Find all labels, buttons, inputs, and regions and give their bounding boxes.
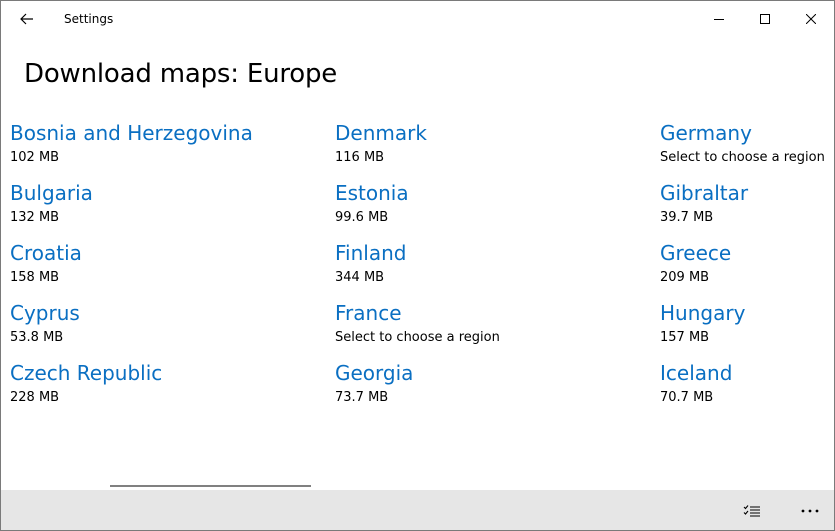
page-title: Download maps: Europe — [24, 59, 338, 89]
country-size: 70.7 MB — [660, 390, 714, 405]
title-bar: Settings — [1, 1, 834, 37]
country-size: 39.7 MB — [660, 210, 714, 225]
country-item-greece[interactable]: Greece 209 MB — [660, 241, 832, 297]
command-bar — [1, 490, 834, 530]
maximize-icon — [760, 14, 770, 24]
country-size: 102 MB — [10, 150, 60, 165]
country-item-gibraltar[interactable]: Gibraltar 39.7 MB — [660, 181, 832, 237]
country-size: 53.8 MB — [10, 330, 64, 345]
country-item-croatia[interactable]: Croatia 158 MB — [10, 241, 310, 297]
select-button[interactable] — [730, 490, 774, 530]
more-options-icon — [801, 509, 819, 512]
country-size: 228 MB — [10, 390, 60, 405]
country-item-iceland[interactable]: Iceland 70.7 MB — [660, 361, 832, 417]
country-size: 116 MB — [335, 150, 385, 165]
minimize-button[interactable] — [696, 1, 742, 37]
country-size: Select to choose a region — [335, 330, 500, 345]
country-size: 73.7 MB — [335, 390, 389, 405]
country-item-bosnia-and-herzegovina[interactable]: Bosnia and Herzegovina 102 MB — [10, 121, 310, 177]
country-size: 132 MB — [10, 210, 60, 225]
maximize-button[interactable] — [742, 1, 788, 37]
country-name: Czech Republic — [10, 361, 163, 385]
country-item-bulgaria[interactable]: Bulgaria 132 MB — [10, 181, 310, 237]
country-name: Finland — [335, 241, 407, 265]
back-arrow-icon — [20, 13, 33, 25]
country-item-czech-republic[interactable]: Czech Republic 228 MB — [10, 361, 310, 417]
country-name: Iceland — [660, 361, 733, 385]
country-name: Georgia — [335, 361, 414, 385]
country-name: Germany — [660, 121, 752, 145]
country-size: 157 MB — [660, 330, 710, 345]
country-name: France — [335, 301, 402, 325]
country-name: Cyprus — [10, 301, 80, 325]
more-button[interactable] — [788, 490, 832, 530]
country-name: Bulgaria — [10, 181, 93, 205]
country-name: Croatia — [10, 241, 82, 265]
back-button[interactable] — [9, 1, 45, 37]
select-list-icon — [743, 504, 760, 517]
country-name: Hungary — [660, 301, 746, 325]
country-item-estonia[interactable]: Estonia 99.6 MB — [335, 181, 635, 237]
country-item-finland[interactable]: Finland 344 MB — [335, 241, 635, 297]
country-size: Select to choose a region — [660, 150, 825, 165]
horizontal-scrollbar[interactable] — [110, 485, 311, 487]
country-size: 209 MB — [660, 270, 710, 285]
country-size: 158 MB — [10, 270, 60, 285]
country-name: Denmark — [335, 121, 427, 145]
country-size: 344 MB — [335, 270, 385, 285]
country-name: Estonia — [335, 181, 409, 205]
country-size: 99.6 MB — [335, 210, 389, 225]
app-title: Settings — [64, 12, 114, 26]
country-item-georgia[interactable]: Georgia 73.7 MB — [335, 361, 635, 417]
country-item-france[interactable]: France Select to choose a region — [335, 301, 635, 357]
settings-window: Settings Download maps: Europe Bosnia an… — [0, 0, 835, 531]
country-item-denmark[interactable]: Denmark 116 MB — [335, 121, 635, 177]
country-item-hungary[interactable]: Hungary 157 MB — [660, 301, 832, 357]
country-name: Bosnia and Herzegovina — [10, 121, 253, 145]
minimize-icon — [714, 19, 724, 20]
country-name: Gibraltar — [660, 181, 749, 205]
close-button[interactable] — [788, 1, 834, 37]
country-name: Greece — [660, 241, 732, 265]
country-item-germany[interactable]: Germany Select to choose a region — [660, 121, 832, 177]
close-icon — [806, 14, 816, 24]
country-item-cyprus[interactable]: Cyprus 53.8 MB — [10, 301, 310, 357]
